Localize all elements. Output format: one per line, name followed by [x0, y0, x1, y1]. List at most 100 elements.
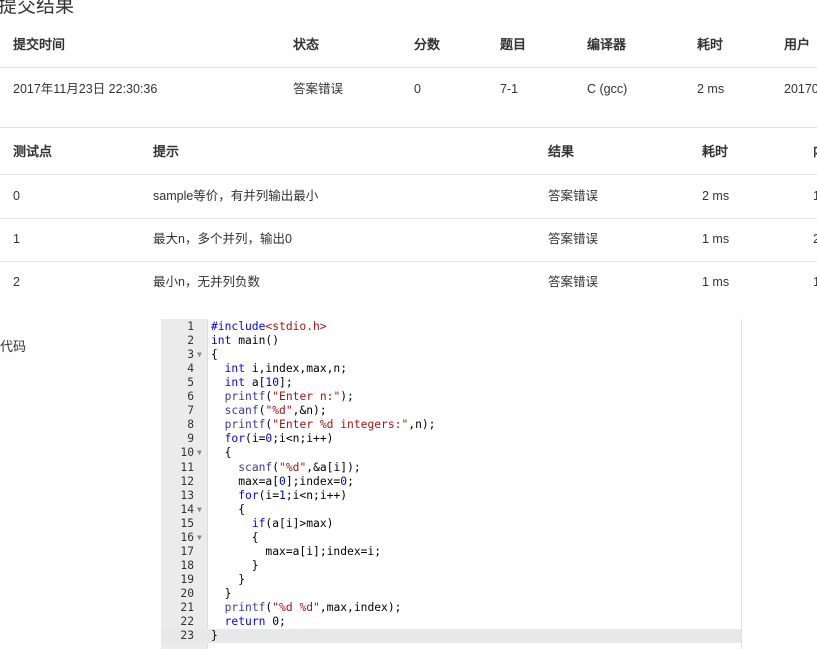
col-header-test-id: 测试点 — [13, 144, 53, 159]
code-section-label: 代码 — [0, 339, 27, 354]
test-hint: 最小n，无并列负数 — [153, 275, 260, 289]
code-line[interactable]: 18 } — [161, 559, 741, 573]
fold-toggle-icon[interactable]: ▼ — [197, 446, 206, 460]
table-row: 2 最小n，无并列负数 答案错误 1 ms 1 — [0, 261, 817, 304]
compiler-value: C (gcc) — [587, 82, 628, 96]
code-text: } — [211, 558, 259, 572]
col-header-problem: 题目 — [500, 37, 527, 52]
code-text: #include<stdio.h> — [211, 320, 327, 333]
line-number: 12 — [180, 474, 194, 488]
code-editor[interactable]: 1 #include<stdio.h> 2 int main() 3 ▼{4 int i,… — [161, 319, 742, 649]
status-badge[interactable]: 答案错误 — [293, 68, 343, 111]
col-header-memory: 内 — [813, 130, 817, 173]
col-header-compiler: 编译器 — [587, 37, 627, 52]
problem-link[interactable]: 7-1 — [500, 68, 518, 111]
line-number: 16 — [180, 530, 194, 544]
code-text: printf("%d %d",max,index); — [224, 601, 402, 614]
line-number: 1 — [187, 320, 194, 333]
fold-toggle-icon[interactable]: ▼ — [197, 503, 206, 517]
line-number: 18 — [180, 558, 194, 572]
code-line[interactable]: 6 printf("Enter n:"); — [161, 390, 741, 404]
line-number: 8 — [187, 418, 194, 432]
code-text: { — [211, 502, 246, 516]
code-line[interactable]: 22 return 0; — [161, 615, 741, 629]
code-line[interactable]: 17 max=a[i];index=i; — [161, 545, 741, 559]
test-id: 0 — [13, 189, 20, 203]
code-line[interactable]: 5 int a[10]; — [161, 376, 741, 390]
table-row: 1 最大n，多个并列，输出0 答案错误 1 ms 2 — [0, 218, 817, 261]
code-text: max=a[i];index=i; — [211, 544, 382, 558]
col-header-user: 用户 — [784, 37, 811, 52]
line-number: 13 — [180, 488, 194, 502]
test-hint: 最大n，多个并列，输出0 — [153, 232, 292, 246]
code-line[interactable]: 14 ▼ { — [161, 503, 741, 517]
code-line[interactable]: 2 int main() — [161, 334, 741, 348]
code-text: return 0; — [224, 615, 286, 629]
code-line[interactable]: 11 scanf("%d",&a[i]); — [161, 461, 741, 475]
code-line[interactable]: 9 for(i=0;i<n;i++) — [161, 432, 741, 446]
submission-header-row: 提交时间 状态 分数 题目 编译器 耗时 用户 — [0, 23, 817, 66]
line-number: 9 — [187, 432, 194, 446]
line-number: 4 — [187, 362, 194, 376]
line-number: 15 — [180, 516, 194, 530]
test-time: 1 ms — [702, 232, 730, 246]
code-text: for(i=1;i<n;i++) — [238, 488, 348, 502]
test-time: 2 ms — [702, 189, 730, 203]
code-text: } — [211, 629, 218, 643]
code-line[interactable]: 13 for(i=1;i<n;i++) — [161, 489, 741, 503]
test-memory: 2 — [813, 232, 817, 246]
line-number: 3 — [187, 348, 194, 362]
line-number: 6 — [187, 390, 194, 404]
line-number: 22 — [180, 615, 194, 629]
line-number: 10 — [180, 446, 194, 460]
code-line[interactable]: 1 #include<stdio.h> — [161, 320, 741, 334]
col-header-elapsed: 耗时 — [697, 37, 724, 52]
code-text: } — [211, 572, 246, 586]
test-time: 1 ms — [702, 275, 730, 289]
code-text: printf("Enter %d integers:",n); — [224, 418, 436, 432]
code-line[interactable]: 8 printf("Enter %d integers:",n); — [161, 418, 741, 432]
divider — [0, 127, 817, 128]
code-line[interactable]: 19 } — [161, 573, 741, 587]
code-line[interactable]: 15 if(a[i]>max) — [161, 517, 741, 531]
elapsed-value: 2 ms — [697, 82, 725, 96]
page-title: 提交结果 — [0, 0, 75, 17]
line-number: 2 — [187, 334, 194, 348]
test-result: 答案错误 — [548, 275, 599, 289]
code-line[interactable]: 23} — [161, 629, 741, 644]
line-number: 21 — [180, 601, 194, 614]
code-text: scanf("%d",&n); — [224, 404, 327, 418]
line-number: 20 — [180, 586, 194, 600]
code-line[interactable]: 20 } — [161, 587, 741, 601]
code-text: int a[10]; — [224, 376, 293, 390]
code-line[interactable]: 21 printf("%d %d",max,index); — [161, 601, 741, 615]
line-number: 23 — [180, 629, 194, 643]
col-header-result: 结果 — [548, 144, 575, 159]
line-number: 19 — [180, 572, 194, 586]
test-header-row: 测试点 提示 结果 耗时 内 — [0, 130, 817, 173]
code-text: max=a[0];index=0; — [211, 474, 354, 488]
fold-toggle-icon[interactable]: ▼ — [197, 348, 206, 362]
test-memory: 1 — [813, 189, 817, 203]
code-line[interactable]: 10 ▼ { — [161, 446, 741, 460]
table-row: 0 sample等价，有并列输出最小 答案错误 2 ms 1 — [0, 175, 817, 218]
code-text: } — [211, 586, 232, 600]
line-number: 14 — [180, 502, 194, 516]
code-line[interactable]: 12 max=a[0];index=0; — [161, 475, 741, 489]
code-text: { — [211, 348, 218, 362]
code-line[interactable]: 7 scanf("%d",&n); — [161, 404, 741, 418]
code-text: for(i=0;i<n;i++) — [224, 432, 334, 446]
test-hint: sample等价，有并列输出最小 — [153, 189, 319, 203]
code-text: printf("Enter n:"); — [224, 390, 354, 404]
code-line[interactable]: 16 ▼ { — [161, 531, 741, 545]
fold-toggle-icon[interactable]: ▼ — [197, 531, 206, 545]
code-text: { — [211, 530, 259, 544]
line-number: 7 — [187, 404, 194, 418]
user-value[interactable]: 20170 — [784, 68, 817, 111]
code-line[interactable]: 3 ▼ { — [161, 348, 741, 362]
code-line[interactable]: 4 int i,index,max,n; — [161, 362, 741, 376]
col-header-hint: 提示 — [153, 144, 180, 159]
code-text: int i,index,max,n; — [224, 362, 348, 376]
line-number: 11 — [180, 460, 194, 474]
table-row: 2017年11月23日 22:30:36 答案错误 0 7-1 C (gcc) … — [0, 68, 817, 111]
